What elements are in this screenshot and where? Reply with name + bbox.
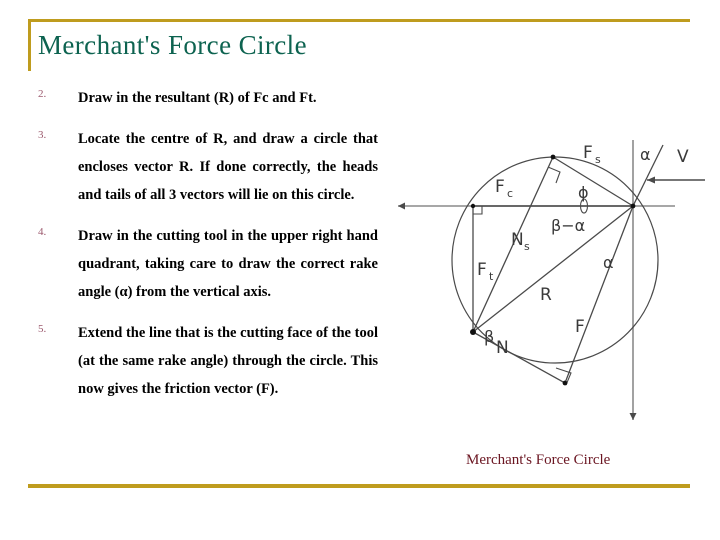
label-phi: ϕ [578,183,589,202]
list-item: 4. Draw in the cutting tool in the upper… [30,222,378,306]
vertex-left-axis-point [470,203,476,209]
list-item-number: 2. [38,88,47,100]
list-item-text: Draw in the cutting tool in the upper ri… [78,228,378,300]
vertex-origin [630,203,636,209]
diagram-caption: Merchant's Force Circle [466,452,611,468]
vertical-axis-arrowhead [629,413,637,420]
label-n: N [496,338,509,358]
list-item-text: Extend the line that is the cutting face… [78,325,378,397]
vertex-tool-normal-point [562,380,568,386]
label-beta-minus-alpha: β−α [551,216,585,235]
list-item-text: Locate the centre of R, and draw a circl… [78,131,378,203]
force-circle-diagram: F s F c F t N s R N F V ϕ α α β β−α [385,110,715,440]
list-item: 2. Draw in the resultant (R) of Fc and F… [30,84,378,112]
label-ns-sub: s [524,240,530,253]
right-angle-markers [473,166,572,386]
footer-rule [28,484,690,488]
label-alpha-mid: α [603,253,614,272]
horizontal-axis-arrowhead [398,202,405,210]
label-alpha-top: α [640,145,651,164]
label-fs-sub: s [595,153,601,166]
list-item-number: 5. [38,323,47,335]
label-fc-sub: c [507,187,513,200]
label-ft-sub: t [489,270,494,283]
vertex-bottom-left [470,329,476,335]
title-rule-top [28,19,690,22]
vertex-shear-point [550,154,556,160]
label-f: F [575,317,585,337]
label-ns: N [511,230,524,250]
slide-canvas: Merchant's Force Circle 2. Draw in the r… [0,0,720,540]
label-v: V [677,147,689,167]
list-item-number: 4. [38,226,47,238]
velocity-arrow-group [647,176,705,184]
label-ft: F [477,260,487,280]
list-item: 5. Extend the line that is the cutting f… [30,319,378,403]
label-fc: F [495,177,505,197]
list-item: 3. Locate the centre of R, and draw a ci… [30,125,378,209]
label-beta: β [484,327,494,346]
label-fs: F [583,143,593,163]
label-r: R [540,285,552,305]
list-item-text: Draw in the resultant (R) of Fc and Ft. [78,90,317,106]
axes-group [398,140,675,420]
page-title: Merchant's Force Circle [38,30,307,60]
bullet-list: 2. Draw in the resultant (R) of Fc and F… [30,84,378,416]
list-item-number: 3. [38,129,47,141]
title-rule-left [28,19,31,71]
velocity-arrowhead [647,176,655,184]
right-angle-shear [547,166,561,184]
